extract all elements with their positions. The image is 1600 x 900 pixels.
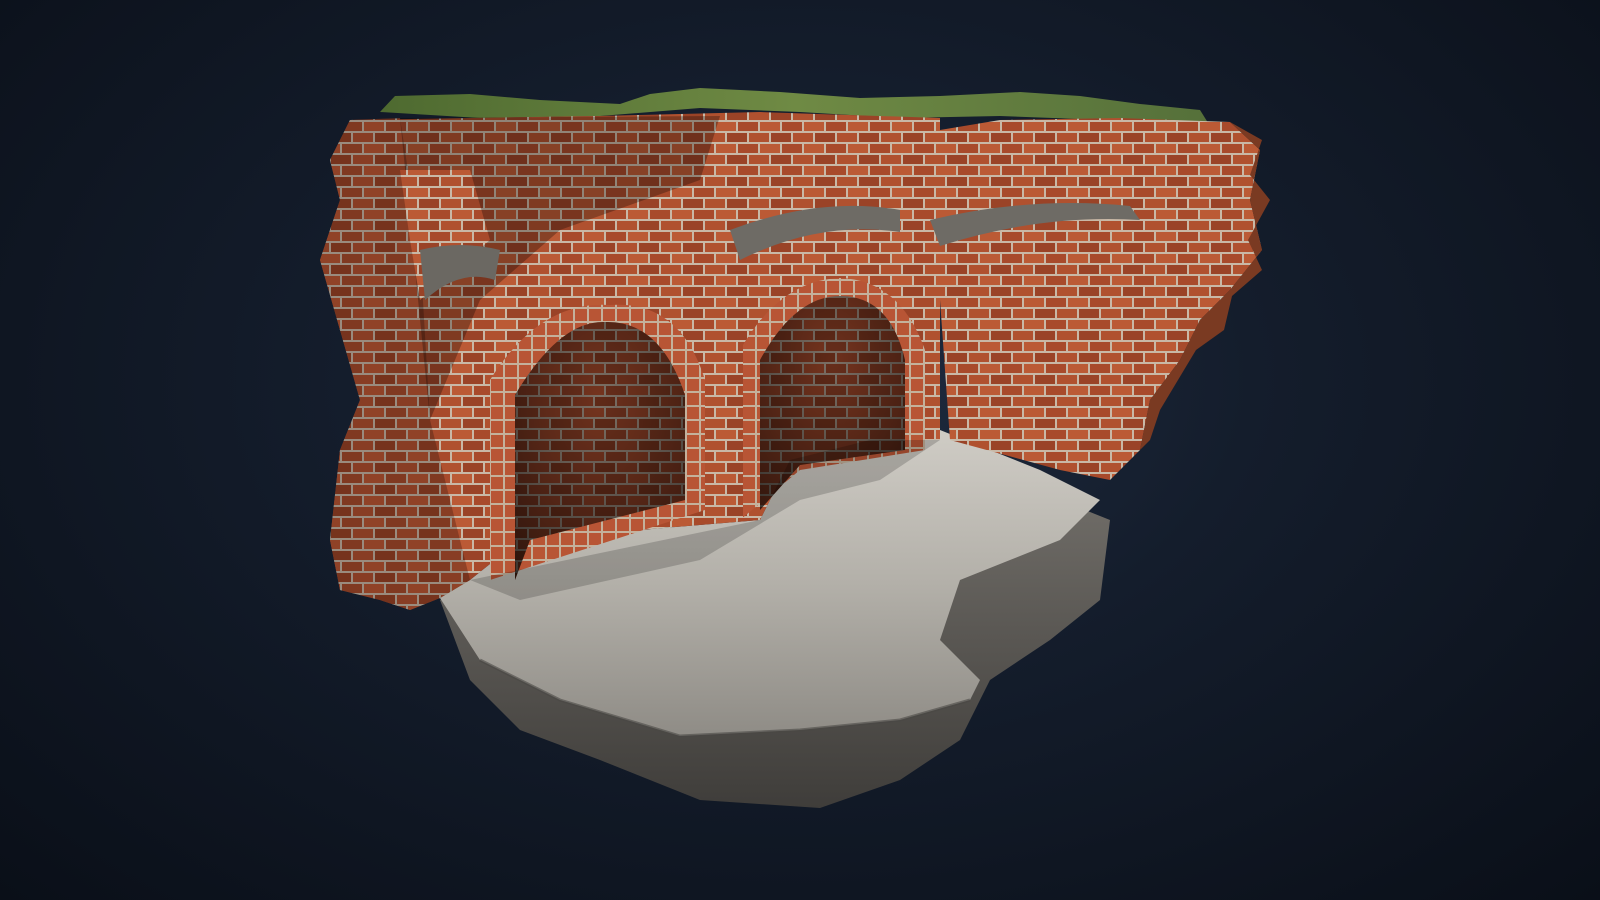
- right-wall: [940, 118, 1262, 480]
- 3d-viewport[interactable]: [0, 0, 1600, 900]
- center-pillar: [705, 330, 743, 520]
- diorama-render: [320, 88, 1270, 808]
